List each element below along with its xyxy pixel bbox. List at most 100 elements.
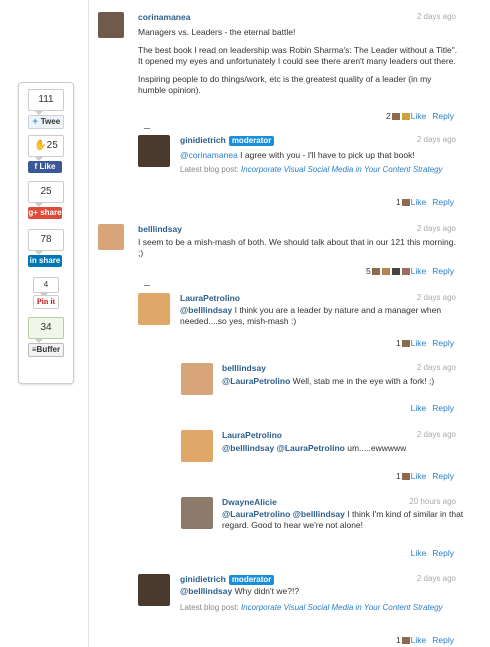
liker-avatars[interactable] [381, 268, 390, 276]
blog-post-link[interactable]: Incorporate Visual Social Media in Your … [241, 165, 443, 174]
liker-avatars[interactable] [401, 113, 410, 121]
tweet-button[interactable]: ✦ Twee [28, 115, 64, 129]
like-link[interactable]: Like [411, 471, 427, 481]
comment-timestamp[interactable]: 2 days ago [417, 293, 456, 302]
reply-link[interactable]: Reply [432, 403, 454, 413]
liker-avatars[interactable] [401, 637, 410, 645]
googleplus-count: 25 [28, 181, 64, 207]
avatar[interactable] [138, 574, 170, 606]
like-count: 1 [395, 338, 401, 348]
comment-author[interactable]: DwayneAlicie [222, 497, 277, 507]
like-count: 5 [365, 266, 371, 276]
avatar[interactable] [181, 497, 213, 529]
comment-author[interactable]: belllindsay [222, 363, 266, 373]
like-count: 2 [385, 111, 391, 121]
reply-link[interactable]: Reply [432, 111, 454, 121]
comment-body: @LauraPetrolino @belllindsay I think I'm… [222, 509, 467, 531]
googleplus-share-label: share [40, 208, 62, 217]
comment-actions: 1 Like Reply [396, 197, 454, 207]
blog-post-link[interactable]: Incorporate Visual Social Media in Your … [241, 603, 443, 612]
thumbs-up-icon: ✋ [34, 140, 47, 151]
like-count: 1 [395, 197, 401, 207]
like-link[interactable]: Like [411, 403, 427, 413]
liker-avatars[interactable] [401, 268, 410, 276]
pinterest-pin-button[interactable]: Pin it [33, 295, 59, 309]
moderator-badge: moderator [228, 136, 275, 146]
comment-timestamp[interactable]: 2 days ago [417, 135, 456, 144]
blog-prefix: Latest blog post: [180, 165, 241, 174]
comment-timestamp[interactable]: 2 days ago [417, 430, 456, 439]
tweet-button-label: Twee [40, 117, 61, 126]
comment-timestamp[interactable]: 2 days ago [417, 363, 456, 372]
avatar[interactable] [138, 293, 170, 325]
avatar[interactable] [181, 363, 213, 395]
avatar[interactable] [181, 430, 213, 462]
like-link[interactable]: Like [411, 266, 427, 276]
reply-link[interactable]: Reply [432, 338, 454, 348]
share-bar: 111 ✦ Twee ✋25 f Like 25 g+ share 78 in … [18, 82, 74, 384]
comment-author[interactable]: belllindsay [138, 224, 182, 234]
comment-body: @belllindsay I think you are a leader by… [180, 305, 465, 327]
comment-paragraph: Inspiring people to do things/work, etc … [138, 74, 432, 95]
pinterest-count: 4 [33, 277, 59, 297]
facebook-icon: f [34, 162, 38, 171]
liker-avatars[interactable] [401, 199, 410, 207]
twitter-bird-icon: ✦ [31, 117, 39, 126]
mention-link[interactable]: @belllindsay @LauraPetrolino [222, 443, 345, 453]
reply-link[interactable]: Reply [432, 635, 454, 645]
like-link[interactable]: Like [411, 111, 427, 121]
like-link[interactable]: Like [411, 338, 427, 348]
reply-link[interactable]: Reply [432, 266, 454, 276]
avatar[interactable] [98, 12, 124, 38]
linkedin-share-button[interactable]: in share [28, 255, 62, 267]
avatar[interactable] [138, 135, 170, 167]
comment-author[interactable]: LauraPetrolino [180, 293, 240, 303]
mention-link[interactable]: @belllindsay [180, 305, 232, 315]
liker-avatars[interactable] [371, 268, 380, 276]
reply-link[interactable]: Reply [432, 471, 454, 481]
thread-divider-line [88, 0, 89, 647]
reply-link[interactable]: Reply [432, 548, 454, 558]
mention-link[interactable]: @belllindsay [180, 586, 232, 596]
googleplus-share-button[interactable]: g+ share [28, 207, 62, 219]
avatar[interactable] [98, 224, 124, 250]
facebook-count: ✋25 [28, 135, 64, 161]
comment-timestamp[interactable]: 20 hours ago [409, 497, 456, 506]
collapse-toggle[interactable] [144, 128, 150, 129]
comment-timestamp[interactable]: 2 days ago [417, 12, 456, 21]
liker-avatars[interactable] [391, 268, 400, 276]
comment-text: Why didn't we?!? [232, 586, 300, 596]
comment-author[interactable]: LauraPetrolino [222, 430, 282, 440]
mention-link[interactable]: @corinamanea [180, 150, 238, 160]
mention-link[interactable]: @LauraPetrolino @belllindsay [222, 509, 345, 519]
comment-actions: Like Reply [411, 548, 454, 558]
moderator-badge: moderator [228, 575, 275, 585]
facebook-like-label: Like [39, 162, 56, 171]
facebook-like-button[interactable]: f Like [28, 161, 62, 173]
liker-avatars[interactable] [401, 473, 410, 481]
mention-link[interactable]: @LauraPetrolino [222, 376, 290, 386]
comment-paragraph: The best book I read on leadership was R… [138, 45, 458, 66]
reply-link[interactable]: Reply [432, 197, 454, 207]
like-link[interactable]: Like [411, 548, 427, 558]
googleplus-icon: g+ [28, 208, 38, 217]
comment-timestamp[interactable]: 2 days ago [417, 574, 456, 583]
comment-author[interactable]: ginidietrich moderator [180, 135, 275, 146]
comment-actions: 5 Like Reply [366, 266, 454, 276]
comment-body: @LauraPetrolino Well, stab me in the eye… [222, 376, 467, 387]
liker-avatars[interactable] [391, 113, 400, 121]
like-count: 1 [395, 471, 401, 481]
like-link[interactable]: Like [411, 197, 427, 207]
comment-actions: 2 Like Reply [386, 111, 454, 121]
collapse-toggle[interactable] [144, 285, 150, 286]
comment-body: @belllindsay @LauraPetrolino um.....ewww… [222, 443, 467, 454]
like-link[interactable]: Like [411, 635, 427, 645]
buffer-button[interactable]: ≡Buffer [28, 343, 64, 357]
liker-avatars[interactable] [401, 340, 410, 348]
latest-blog-post: Latest blog post: Incorporate Visual Soc… [180, 603, 450, 613]
comment-author-name: ginidietrich [180, 135, 226, 145]
comment-timestamp[interactable]: 2 days ago [417, 224, 456, 233]
comment-author[interactable]: ginidietrich moderator [180, 574, 275, 585]
comment-text: um.....ewwwww [344, 443, 407, 453]
comment-author[interactable]: corinamanea [138, 12, 190, 22]
